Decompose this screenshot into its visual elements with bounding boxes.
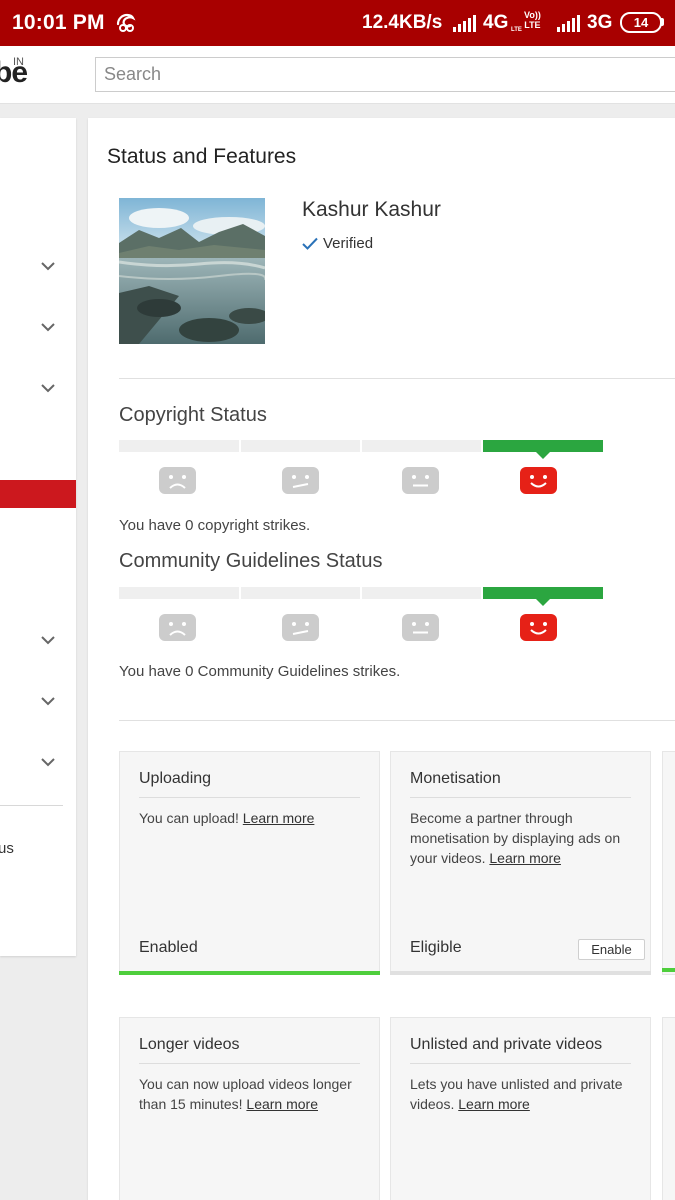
network-type-2: 3G bbox=[587, 12, 613, 33]
community-strike-text: You have 0 Community Guidelines strikes. bbox=[119, 663, 401, 680]
volte-bottom: LTE bbox=[524, 20, 541, 30]
feature-card-peek bbox=[662, 1017, 675, 1200]
chevron-down-icon[interactable] bbox=[41, 384, 55, 393]
status-time: 10:01 PM bbox=[12, 11, 105, 34]
sidebar-divider bbox=[0, 805, 63, 806]
feature-card-peek bbox=[662, 751, 675, 975]
card-title: Longer videos bbox=[139, 1036, 240, 1053]
card-description: You can upload! Learn more bbox=[139, 808, 365, 828]
battery-level: 14 bbox=[633, 15, 649, 30]
net-speed: 12.4KB/s bbox=[362, 12, 443, 33]
logo-region: IN bbox=[13, 56, 24, 68]
status-bar-enabled bbox=[119, 971, 380, 975]
divider bbox=[119, 378, 675, 379]
chevron-down-icon[interactable] bbox=[41, 262, 55, 271]
card-divider bbox=[139, 1063, 360, 1064]
unsure-face-icon bbox=[282, 614, 319, 641]
feature-card-longer-videos: Longer videos You can now upload videos … bbox=[119, 1017, 380, 1200]
learn-more-link[interactable]: Learn more bbox=[246, 1096, 318, 1112]
signal-icon-2 bbox=[557, 15, 580, 32]
sidebar: us bbox=[0, 118, 76, 956]
verified-badge: Verified bbox=[302, 235, 373, 252]
sidebar-item-label[interactable]: us bbox=[0, 840, 14, 857]
chevron-down-icon[interactable] bbox=[41, 758, 55, 767]
feature-card-uploading: Uploading You can upload! Learn more Ena… bbox=[119, 751, 380, 975]
card-description: You can now upload videos longer than 15… bbox=[139, 1074, 365, 1114]
channel-avatar bbox=[119, 198, 265, 344]
card-title: Uploading bbox=[139, 770, 212, 787]
main-panel: Status and Features Kashur Kashur Verifi… bbox=[88, 118, 675, 1200]
network-type-1: 4G bbox=[483, 12, 509, 33]
card-status: Eligible bbox=[410, 939, 462, 956]
feature-card-unlisted: Unlisted and private videos Lets you hav… bbox=[390, 1017, 651, 1200]
sad-face-icon bbox=[159, 467, 196, 494]
card-title: Unlisted and private videos bbox=[410, 1036, 603, 1053]
community-meter bbox=[119, 587, 603, 606]
copyright-meter bbox=[119, 440, 603, 459]
meter-segment-active bbox=[483, 587, 603, 606]
network-tag: LTE bbox=[511, 27, 522, 33]
chevron-down-icon[interactable] bbox=[41, 697, 55, 706]
card-divider bbox=[410, 797, 631, 798]
sidebar-item-active[interactable] bbox=[0, 480, 76, 508]
meter-segment bbox=[119, 587, 239, 599]
card-title: Monetisation bbox=[410, 770, 501, 787]
unsure-face-icon bbox=[282, 467, 319, 494]
chevron-down-icon[interactable] bbox=[41, 636, 55, 645]
copyright-strike-text: You have 0 copyright strikes. bbox=[119, 517, 311, 534]
divider bbox=[119, 720, 675, 721]
copyright-status-title: Copyright Status bbox=[119, 404, 267, 426]
learn-more-link[interactable]: Learn more bbox=[489, 850, 561, 866]
verified-label: Verified bbox=[323, 235, 374, 252]
happy-face-icon bbox=[520, 467, 557, 494]
top-header: be IN bbox=[0, 46, 675, 104]
search-input[interactable] bbox=[95, 57, 675, 92]
learn-more-link[interactable]: Learn more bbox=[458, 1096, 530, 1112]
card-description: Become a partner through monetisation by… bbox=[410, 808, 636, 868]
page-title: Status and Features bbox=[107, 145, 297, 168]
checkmark-icon bbox=[302, 237, 318, 250]
card-divider bbox=[410, 1063, 631, 1064]
enable-button[interactable]: Enable bbox=[578, 939, 645, 960]
card-divider bbox=[139, 797, 360, 798]
landscape-image bbox=[119, 198, 265, 344]
status-bar: 10:01 PM 12.4KB/s 4G LTE Vo)) LTE 3G 14 bbox=[0, 0, 675, 46]
signal-icon bbox=[453, 15, 476, 32]
meter-segment bbox=[362, 587, 481, 599]
feature-card-monetisation: Monetisation Become a partner through mo… bbox=[390, 751, 651, 975]
meter-segment-active bbox=[483, 440, 603, 459]
meter-segment bbox=[241, 587, 360, 599]
card-desc-text: You can upload! bbox=[139, 810, 243, 826]
volte-indicator: Vo)) LTE bbox=[524, 10, 541, 30]
uc-browser-icon bbox=[116, 13, 136, 32]
status-bar-eligible bbox=[390, 971, 651, 975]
meter-segment bbox=[362, 440, 481, 452]
sad-face-icon bbox=[159, 614, 196, 641]
meter-segment bbox=[119, 440, 239, 452]
battery-nub bbox=[661, 18, 664, 26]
channel-name: Kashur Kashur bbox=[302, 198, 441, 221]
chevron-down-icon[interactable] bbox=[41, 323, 55, 332]
neutral-face-icon bbox=[402, 467, 439, 494]
status-bar-peek bbox=[662, 968, 675, 972]
neutral-face-icon bbox=[402, 614, 439, 641]
learn-more-link[interactable]: Learn more bbox=[243, 810, 315, 826]
battery-icon: 14 bbox=[620, 12, 662, 33]
community-status-title: Community Guidelines Status bbox=[119, 550, 383, 572]
card-status: Enabled bbox=[139, 939, 198, 956]
card-description: Lets you have unlisted and private video… bbox=[410, 1074, 636, 1114]
meter-segment bbox=[241, 440, 360, 452]
volte-top: Vo)) bbox=[524, 10, 541, 20]
happy-face-icon bbox=[520, 614, 557, 641]
